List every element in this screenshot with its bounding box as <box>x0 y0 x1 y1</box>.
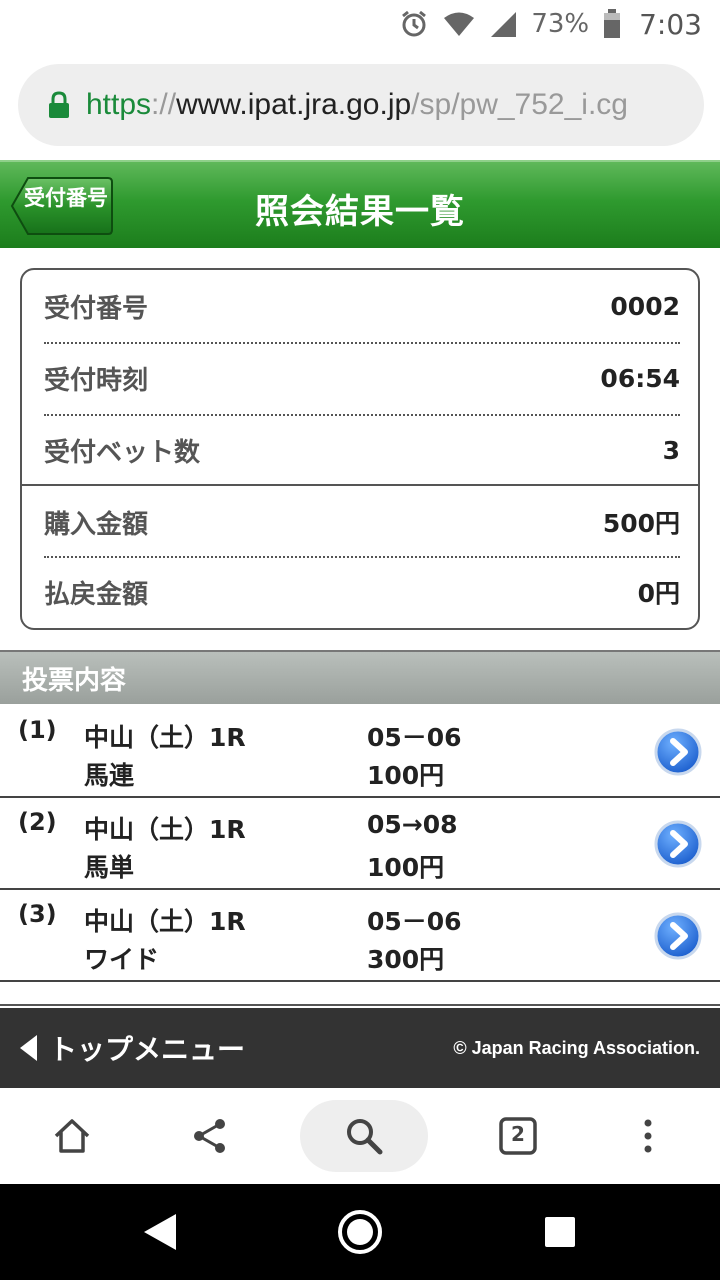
vote-number: (2) <box>18 808 57 836</box>
vote-item[interactable]: (3) 中山（土）1R ワイド 05－06 300円 <box>0 890 720 982</box>
battery-icon <box>603 9 621 39</box>
browser-toolbar: 2 <box>0 1088 720 1184</box>
info-label: 受付時刻 <box>44 365 149 396</box>
vote-combination: 05－06 <box>367 723 462 752</box>
top-menu-label: トップメニュー <box>49 1033 246 1066</box>
info-row-receipt-time: 受付時刻 06:54 <box>44 342 680 414</box>
vote-bet-type: 馬単 <box>84 853 135 882</box>
clock-time: 7:03 <box>639 7 702 41</box>
vote-race: 中山（土）1R <box>84 723 246 752</box>
wifi-icon <box>443 11 475 37</box>
vote-amount: 100円 <box>367 853 445 882</box>
vote-race: 中山（土）1R <box>84 907 246 936</box>
top-menu-link[interactable]: トップメニュー <box>20 1028 245 1068</box>
section-heading-votes: 投票内容 <box>0 650 720 704</box>
back-icon[interactable] <box>112 1184 208 1280</box>
summary-card: 受付番号 0002 受付時刻 06:54 受付ベット数 3 購入金額 500円 … <box>20 268 700 630</box>
vote-bet-type: 馬連 <box>84 761 135 790</box>
home-circle-icon[interactable] <box>312 1184 408 1280</box>
info-value: 500円 <box>602 509 680 538</box>
lock-icon <box>48 91 70 119</box>
tab-count: 2 <box>511 1122 525 1146</box>
vote-item[interactable]: (1) 中山（土）1R 馬連 05－06 100円 <box>0 706 720 798</box>
more-icon[interactable] <box>612 1100 684 1172</box>
recents-icon[interactable] <box>512 1184 608 1280</box>
vote-race: 中山（土）1R <box>84 815 246 844</box>
triangle-left-icon <box>20 1035 37 1061</box>
share-icon[interactable] <box>174 1100 246 1172</box>
chevron-right-icon[interactable] <box>654 912 702 960</box>
vote-item[interactable]: (2) 中山（土）1R 馬単 05→08 100円 <box>0 798 720 890</box>
chevron-right-icon[interactable] <box>654 728 702 776</box>
divider <box>0 1004 720 1006</box>
info-row-bet-count: 受付ベット数 3 <box>44 414 680 486</box>
info-value: 06:54 <box>600 363 680 393</box>
info-value: 0002 <box>610 291 680 321</box>
info-value: 3 <box>662 435 680 465</box>
vote-combination: 05→08 <box>367 810 458 839</box>
vote-amount: 300円 <box>367 945 445 974</box>
chevron-right-icon[interactable] <box>654 820 702 868</box>
page-footer: トップメニュー © Japan Racing Association. <box>0 1008 720 1088</box>
vote-combination: 05－06 <box>367 907 462 936</box>
vote-number: (3) <box>18 900 57 928</box>
info-value: 0円 <box>637 579 680 608</box>
page-title: 照会結果一覧 <box>255 192 465 232</box>
info-label: 受付ベット数 <box>44 437 201 468</box>
status-bar: 73% 7:03 <box>0 0 720 48</box>
tabs-icon[interactable]: 2 <box>482 1100 554 1172</box>
search-icon[interactable] <box>328 1100 400 1172</box>
page-header: 受付番号 照会結果一覧 <box>0 160 720 248</box>
home-icon[interactable] <box>36 1100 108 1172</box>
info-row-receipt-number: 受付番号 0002 <box>44 270 680 342</box>
vote-amount: 100円 <box>367 761 445 790</box>
battery-percent: 73% <box>531 9 590 39</box>
info-label: 購入金額 <box>44 509 149 540</box>
info-row-payout-amount: 払戻金額 0円 <box>44 556 680 628</box>
copyright-text: © Japan Racing Association. <box>453 1037 700 1058</box>
info-row-purchase-amount: 購入金額 500円 <box>44 486 680 558</box>
system-nav-bar <box>0 1184 720 1280</box>
url-text: https://www.ipat.jra.go.jp/sp/pw_752_i.c… <box>86 88 628 121</box>
alarm-icon <box>399 9 429 39</box>
vote-number: (1) <box>18 716 57 744</box>
info-label: 払戻金額 <box>44 579 149 610</box>
vote-bet-type: ワイド <box>84 945 160 974</box>
signal-icon <box>489 10 517 38</box>
url-bar[interactable]: https://www.ipat.jra.go.jp/sp/pw_752_i.c… <box>18 64 704 146</box>
info-label: 受付番号 <box>44 293 149 324</box>
